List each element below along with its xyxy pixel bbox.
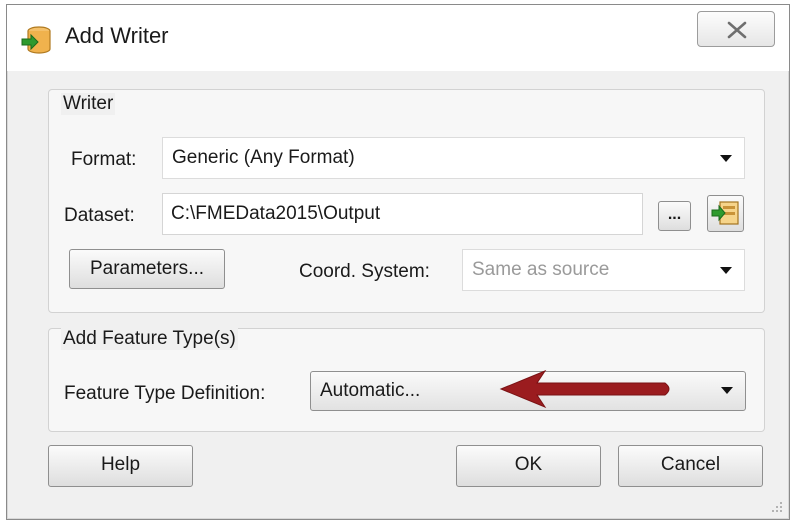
- feature-type-definition-value: Automatic...: [320, 380, 421, 401]
- dialog-title: Add Writer: [65, 23, 169, 48]
- title-bar[interactable]: Add Writer: [7, 5, 789, 71]
- feature-type-group-label: Add Feature Type(s): [61, 328, 238, 350]
- format-select-value: Generic (Any Format): [172, 147, 355, 168]
- dataset-label: Dataset:: [64, 205, 135, 226]
- fme-writer-icon: [19, 23, 53, 57]
- format-select[interactable]: Generic (Any Format): [162, 137, 745, 179]
- ok-button[interactable]: OK: [456, 445, 601, 487]
- chevron-down-icon: [720, 267, 732, 274]
- browse-button[interactable]: ...: [658, 201, 691, 231]
- close-button[interactable]: [697, 11, 775, 47]
- dataset-field[interactable]: C:\FMEData2015\Output: [162, 193, 643, 235]
- add-writer-dialog: Add Writer Writer Format: Generic (Any F…: [6, 4, 790, 520]
- dataset-picker-button[interactable]: [707, 195, 744, 232]
- coord-system-value: Same as source: [472, 259, 610, 280]
- resize-grip-icon[interactable]: [769, 499, 783, 513]
- writer-group-label: Writer: [61, 93, 116, 115]
- coord-system-select[interactable]: Same as source: [462, 249, 745, 291]
- chevron-down-icon: [721, 387, 733, 394]
- coord-system-label: Coord. System:: [299, 261, 430, 282]
- red-arrow-annotation: [499, 369, 670, 409]
- cancel-button[interactable]: Cancel: [618, 445, 763, 487]
- dataset-picker-icon: [711, 201, 739, 225]
- dataset-field-value: C:\FMEData2015\Output: [171, 203, 381, 224]
- chevron-down-icon: [720, 155, 732, 162]
- format-label: Format:: [71, 149, 137, 170]
- parameters-button[interactable]: Parameters...: [69, 249, 225, 289]
- close-x-icon: [727, 21, 747, 39]
- help-button[interactable]: Help: [48, 445, 193, 487]
- feature-type-definition-label: Feature Type Definition:: [64, 383, 266, 404]
